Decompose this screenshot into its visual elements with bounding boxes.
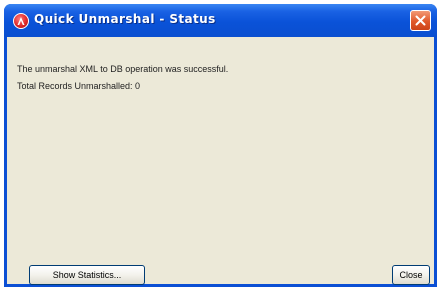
status-dialog: Quick Unmarshal - Status The unmarshal X… (4, 4, 437, 287)
status-message: The unmarshal XML to DB operation was su… (17, 64, 229, 74)
close-window-button[interactable] (410, 10, 431, 31)
close-icon (415, 15, 426, 26)
records-count-message: Total Records Unmarshalled: 0 (17, 81, 141, 91)
dialog-content: The unmarshal XML to DB operation was su… (7, 37, 434, 285)
title-bar[interactable]: Quick Unmarshal - Status (4, 4, 437, 37)
show-statistics-button[interactable]: Show Statistics... (29, 265, 145, 285)
dialog-title: Quick Unmarshal - Status (34, 12, 216, 26)
close-button[interactable]: Close (392, 265, 430, 285)
app-logo-icon (13, 13, 29, 29)
